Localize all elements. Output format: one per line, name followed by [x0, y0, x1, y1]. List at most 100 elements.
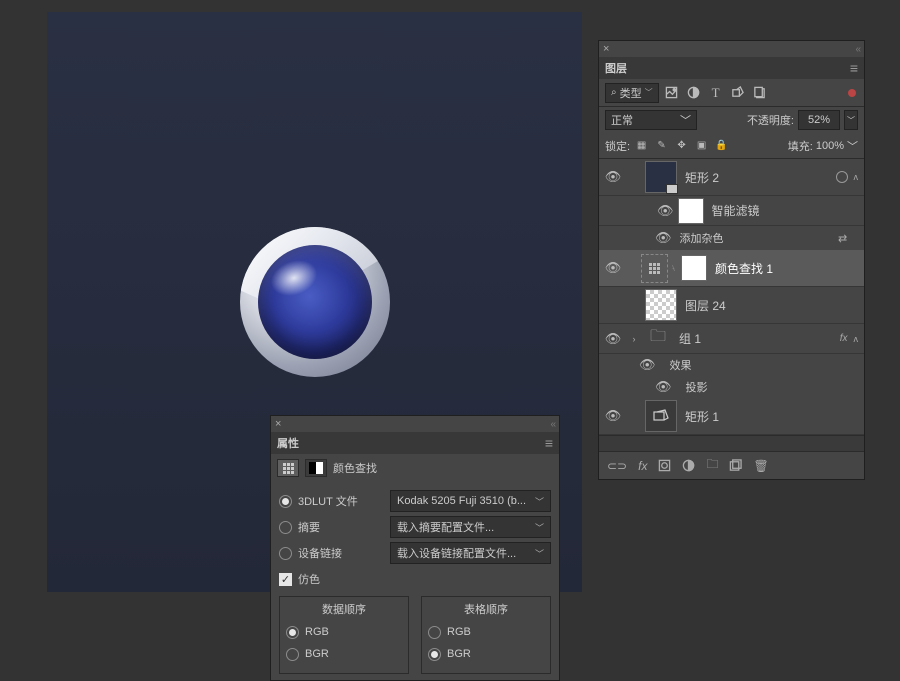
label-3dlut: 3DLUT 文件: [298, 493, 384, 509]
opacity-stepper[interactable]: ﹀: [844, 110, 858, 130]
panel-menu-icon[interactable]: ≡: [545, 435, 553, 451]
collapse-arrow-icon[interactable]: ʌ: [854, 172, 859, 182]
filter-type-icon[interactable]: T: [707, 84, 725, 102]
data-order-title: 数据顺序: [286, 601, 402, 617]
filter-smartobject-icon[interactable]: [751, 84, 769, 102]
link-layers-icon[interactable]: ⊂⊃: [607, 459, 627, 473]
layer-name[interactable]: 矩形 1: [685, 408, 864, 425]
layer-row-smartfilters[interactable]: 👁 智能滤镜: [599, 196, 864, 226]
layer-style-indicator[interactable]: [836, 171, 848, 183]
filter-color-dot[interactable]: [848, 89, 856, 97]
fx-badge[interactable]: fx: [840, 333, 848, 344]
add-mask-icon[interactable]: [658, 459, 671, 472]
folder-icon: 🗀: [645, 326, 671, 352]
lock-pixels-icon[interactable]: ✎: [653, 137, 670, 154]
layer-thumbnail[interactable]: [645, 161, 677, 193]
lock-position-icon[interactable]: ✥: [673, 137, 690, 154]
collapse-icon[interactable]: «: [855, 44, 860, 55]
layer-name[interactable]: 颜色查找 1: [715, 260, 864, 277]
panel-menu-icon[interactable]: ≡: [850, 60, 858, 76]
eye-icon[interactable]: 👁: [655, 379, 672, 395]
layer-row-layer24[interactable]: 图层 24: [599, 287, 864, 324]
lock-all-icon[interactable]: 🔒: [713, 137, 730, 154]
adjustment-grid-icon[interactable]: [277, 459, 299, 477]
adjustment-thumbnail[interactable]: [641, 254, 668, 283]
radio-table-rgb[interactable]: [428, 626, 441, 639]
properties-panel: × « 属性 ≡ 颜色查找 3DLUT 文件 Kodak 5205 Fuji 3…: [270, 415, 560, 681]
layer-thumbnail[interactable]: [645, 400, 677, 432]
effect-name[interactable]: 投影: [686, 379, 864, 395]
fill-stepper[interactable]: ﹀: [847, 138, 858, 154]
label-device: 设备链接: [298, 545, 384, 561]
checkbox-dither[interactable]: ✓: [279, 573, 292, 586]
eye-icon[interactable]: 👁: [657, 203, 674, 219]
opacity-value[interactable]: 52%: [798, 110, 840, 130]
collapse-icon[interactable]: «: [550, 419, 555, 430]
layer-name[interactable]: 智能滤镜: [712, 202, 864, 219]
close-icon[interactable]: ×: [603, 43, 609, 55]
layers-footer: ⊂⊃ fx 🗀 🗑: [599, 451, 864, 479]
radio-3dlut[interactable]: [279, 495, 292, 508]
select-3dlut[interactable]: Kodak 5205 Fuji 3510 (b... ﹀: [390, 490, 551, 512]
eye-icon[interactable]: 👁: [605, 331, 622, 347]
panel-title: 属性: [277, 435, 299, 451]
radio-table-bgr[interactable]: [428, 648, 441, 661]
layer-list: 👁 矩形 2 ʌ 👁 智能滤镜 👁 添加杂色 ⇄ 👁 ⧷: [599, 159, 864, 435]
new-group-icon[interactable]: 🗀: [706, 455, 718, 476]
radio-summary[interactable]: [279, 521, 292, 534]
filter-edit-icon[interactable]: ⇄: [838, 232, 858, 245]
new-layer-icon[interactable]: [729, 459, 742, 472]
lock-artboard-icon[interactable]: ▣: [693, 137, 710, 154]
layer-mask-thumbnail[interactable]: [681, 255, 707, 281]
filter-adjustment-icon[interactable]: [685, 84, 703, 102]
label-dither: 仿色: [298, 571, 320, 587]
collapse-arrow-icon[interactable]: ʌ: [854, 334, 859, 344]
label-summary: 摘要: [298, 519, 384, 535]
delete-layer-icon[interactable]: 🗑: [753, 459, 768, 473]
filter-mask-thumbnail[interactable]: [678, 198, 704, 224]
layer-row-rect2[interactable]: 👁 矩形 2 ʌ: [599, 159, 864, 196]
effect-row-dropshadow[interactable]: 👁 投影: [599, 376, 864, 398]
layer-row-rect1[interactable]: 👁 矩形 1: [599, 398, 864, 435]
adjustment-name: 颜色查找: [333, 460, 377, 476]
filter-name[interactable]: 添加杂色: [680, 230, 838, 246]
fill-label: 填充:: [788, 138, 813, 154]
chevron-down-icon: ﹀: [535, 547, 544, 560]
link-icon[interactable]: ⧷: [672, 263, 675, 274]
layer-name[interactable]: 组 1: [679, 330, 840, 347]
layers-panel: × « 图层 ≡ ⌕ 类型 ﹀ T 正常 ﹀ 不透明度: 52% ﹀ 锁定: ▦…: [598, 40, 865, 480]
lock-transparency-icon[interactable]: ▦: [633, 137, 650, 154]
eye-icon[interactable]: 👁: [655, 230, 672, 246]
eye-icon[interactable]: 👁: [639, 357, 656, 373]
layer-type-filter[interactable]: ⌕ 类型 ﹀: [605, 83, 659, 103]
filter-shape-icon[interactable]: [729, 84, 747, 102]
layer-thumbnail[interactable]: [645, 289, 677, 321]
chevron-down-icon: ﹀: [645, 87, 653, 98]
layer-row-group1[interactable]: 👁 › 🗀 组 1 fxʌ: [599, 324, 864, 354]
select-device[interactable]: 载入设备链接配置文件... ﹀: [390, 542, 551, 564]
radio-data-bgr[interactable]: [286, 648, 299, 661]
chevron-down-icon: ﹀: [535, 521, 544, 534]
layer-fx-icon[interactable]: fx: [638, 459, 647, 473]
panel-title: 图层: [605, 60, 627, 76]
close-icon[interactable]: ×: [275, 418, 281, 430]
blend-mode-select[interactable]: 正常 ﹀: [605, 110, 697, 130]
adjustment-mask-icon[interactable]: [305, 459, 327, 477]
layer-row-colorlookup[interactable]: 👁 ⧷ 颜色查找 1: [599, 250, 864, 287]
disclose-icon[interactable]: ›: [627, 334, 641, 344]
effects-row[interactable]: 👁 效果: [599, 354, 864, 376]
new-adjustment-icon[interactable]: [682, 459, 695, 472]
radio-device[interactable]: [279, 547, 292, 560]
layer-name[interactable]: 图层 24: [685, 297, 864, 314]
eye-icon[interactable]: 👁: [605, 260, 622, 276]
eye-icon[interactable]: 👁: [605, 169, 622, 185]
filter-pixel-icon[interactable]: [663, 84, 681, 102]
filter-row-addnoise[interactable]: 👁 添加杂色 ⇄: [599, 226, 864, 250]
radio-data-rgb[interactable]: [286, 626, 299, 639]
fill-value[interactable]: 100%: [816, 140, 844, 152]
effects-label: 效果: [670, 357, 864, 373]
select-summary[interactable]: 载入摘要配置文件... ﹀: [390, 516, 551, 538]
document-logo: [240, 227, 390, 377]
layer-name[interactable]: 矩形 2: [685, 169, 836, 186]
eye-icon[interactable]: 👁: [605, 408, 622, 424]
